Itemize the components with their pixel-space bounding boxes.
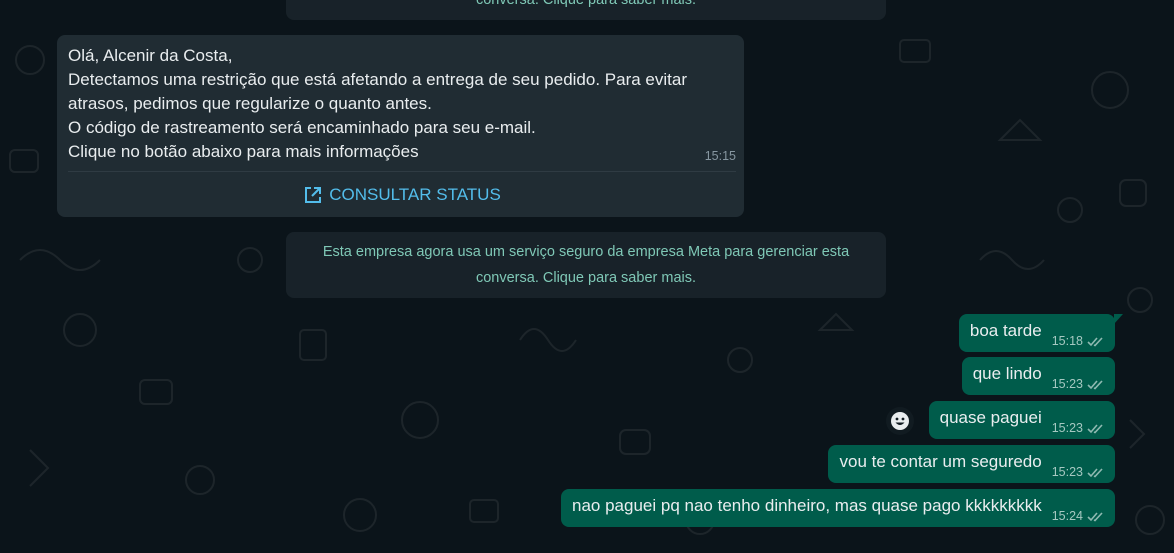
outgoing-message: que lindo 15:23 [961,357,1115,395]
consultar-status-label: CONSULTAR STATUS [329,184,501,204]
emoji-reaction-button[interactable] [886,407,914,435]
system-note-meta-text: Esta empresa agora usa um serviço seguro… [322,244,850,286]
outgoing-message: nao paguei pq nao tenho dinheiro, mas qu… [561,489,1115,527]
incoming-message-text: Olá, Alcenir da Costa, Detectamos uma re… [68,46,687,161]
message-time: 15:18 [1051,334,1083,348]
outgoing-message-text: nao paguei pq nao tenho dinheiro, mas qu… [572,496,1042,515]
double-check-icon [1087,336,1103,346]
double-check-icon [1087,423,1103,433]
outgoing-message-text: vou te contar um seguredo [839,452,1042,471]
outgoing-message-text: que lindo [972,364,1042,383]
message-meta: 15:23 [1052,465,1105,479]
message-meta: 15:23 [1052,421,1105,435]
chat-area: conversa. Clique para saber mais. Olá, A… [0,0,1174,553]
emoji-smile-icon [891,412,909,430]
outgoing-message-text: quase paguei [939,408,1042,427]
system-note-meta[interactable]: Esta empresa agora usa um serviço seguro… [286,232,886,298]
double-check-icon [1087,511,1103,521]
message-meta: 15:24 [1052,509,1105,523]
outgoing-message-text: boa tarde [969,321,1042,340]
message-time: 15:23 [1051,421,1083,435]
double-check-icon [1087,379,1103,389]
bubble-tail [1114,314,1123,324]
consultar-status-button[interactable]: CONSULTAR STATUS [68,172,736,217]
message-time: 15:23 [1051,377,1083,391]
outgoing-message: vou te contar um seguredo 15:23 [828,445,1115,483]
incoming-message-time: 15:15 [704,149,736,163]
message-meta: 15:23 [1052,377,1105,391]
double-check-icon [1087,467,1103,477]
external-link-icon [305,186,322,203]
message-time: 15:23 [1051,465,1083,479]
message-meta: 15:18 [1052,334,1105,348]
system-note-partial-text: conversa. Clique para saber mais. [475,0,697,8]
outgoing-message: quase paguei 15:23 [928,401,1115,439]
message-time: 15:24 [1051,509,1083,523]
outgoing-message: boa tarde 15:18 [958,314,1123,352]
incoming-message-bubble: Olá, Alcenir da Costa, Detectamos uma re… [57,35,744,217]
system-note-partial[interactable]: conversa. Clique para saber mais. [286,0,886,20]
